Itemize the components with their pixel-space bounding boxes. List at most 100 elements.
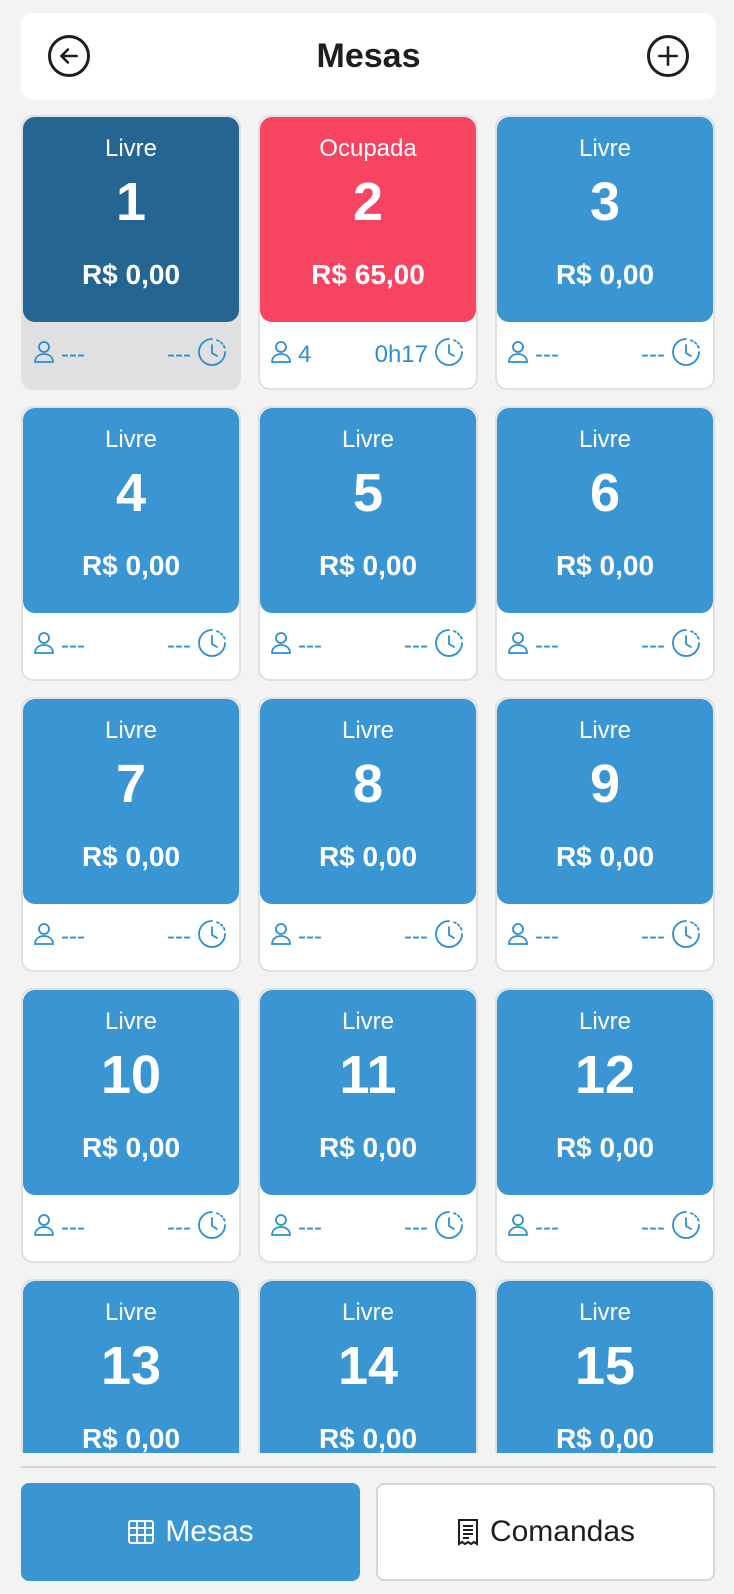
table-card-header: Livre 15 R$ 0,00 xyxy=(497,1281,713,1453)
table-total: R$ 0,00 xyxy=(555,259,655,290)
table-card[interactable]: Livre 4 R$ 0,00 --- --- xyxy=(21,406,241,681)
person-icon xyxy=(33,340,55,371)
table-card[interactable]: Livre 7 R$ 0,00 --- --- xyxy=(21,697,241,972)
table-card-footer: 4 0h17 xyxy=(260,322,476,388)
clock-icon xyxy=(434,919,464,956)
table-card[interactable]: Livre 6 R$ 0,00 --- --- xyxy=(495,406,715,681)
table-card-header: Livre 4 R$ 0,00 xyxy=(23,408,239,613)
table-status: Livre xyxy=(578,717,632,744)
table-status: Livre xyxy=(104,135,158,162)
table-total: R$ 0,00 xyxy=(555,1132,655,1163)
table-status: Livre xyxy=(578,135,632,162)
tables-scroll-area[interactable]: Livre 1 R$ 0,00 --- --- Ocupada 2 R$ 65,00 4 0h17… xyxy=(21,115,717,1453)
table-elapsed-time: --- xyxy=(167,923,191,950)
table-status: Livre xyxy=(341,1008,395,1035)
person-icon xyxy=(507,340,529,371)
table-status: Livre xyxy=(104,426,158,453)
back-button[interactable] xyxy=(48,35,90,77)
table-elapsed-time: --- xyxy=(167,632,191,659)
table-card-footer: --- --- xyxy=(497,322,713,388)
table-elapsed-time: --- xyxy=(404,923,428,950)
page-title: Mesas xyxy=(316,37,421,75)
table-number: 8 xyxy=(352,754,384,814)
receipt-icon xyxy=(457,1519,478,1546)
table-people-count: 4 xyxy=(298,341,312,368)
footer-divider xyxy=(21,1466,716,1468)
table-status: Livre xyxy=(104,717,158,744)
table-card-footer: --- --- xyxy=(497,904,713,970)
table-total: R$ 0,00 xyxy=(555,841,655,872)
app-header: Mesas xyxy=(21,13,716,100)
clock-icon xyxy=(197,628,227,665)
arrow-left-icon xyxy=(60,48,78,64)
table-people-count: --- xyxy=(535,632,559,659)
person-icon xyxy=(33,922,55,953)
table-elapsed-time: --- xyxy=(167,1214,191,1241)
table-status: Livre xyxy=(341,717,395,744)
table-people-count: --- xyxy=(535,341,559,368)
table-card-footer: --- --- xyxy=(497,1195,713,1261)
table-number: 2 xyxy=(352,172,384,232)
table-card-header: Livre 3 R$ 0,00 xyxy=(497,117,713,322)
table-total: R$ 0,00 xyxy=(318,841,418,872)
table-card[interactable]: Livre 5 R$ 0,00 --- --- xyxy=(258,406,478,681)
table-status: Livre xyxy=(578,1008,632,1035)
person-icon xyxy=(33,631,55,662)
table-people-count: --- xyxy=(61,1214,85,1241)
table-card-footer: --- --- xyxy=(23,904,239,970)
tables-grid: Livre 1 R$ 0,00 --- --- Ocupada 2 R$ 65,00 4 0h17… xyxy=(21,115,717,1453)
table-number: 9 xyxy=(589,754,621,814)
table-card[interactable]: Ocupada 2 R$ 65,00 4 0h17 xyxy=(258,115,478,390)
table-card[interactable]: Livre 8 R$ 0,00 --- --- xyxy=(258,697,478,972)
table-status: Livre xyxy=(104,1008,158,1035)
table-card-header: Livre 12 R$ 0,00 xyxy=(497,990,713,1195)
person-icon xyxy=(270,340,292,371)
clock-icon xyxy=(671,1210,701,1247)
table-status: Livre xyxy=(341,1299,395,1326)
table-total: R$ 0,00 xyxy=(81,1132,181,1163)
table-total: R$ 0,00 xyxy=(318,1423,418,1453)
table-card[interactable]: Livre 1 R$ 0,00 --- --- xyxy=(21,115,241,390)
tab-comandas[interactable]: Comandas xyxy=(376,1483,715,1581)
table-card[interactable]: Livre 3 R$ 0,00 --- --- xyxy=(495,115,715,390)
table-card[interactable]: Livre14R$ 0,00------ xyxy=(258,1279,478,1453)
table-total: R$ 0,00 xyxy=(81,841,181,872)
table-card-header: Livre 6 R$ 0,00 xyxy=(497,408,713,613)
table-total: R$ 0,00 xyxy=(81,259,181,290)
table-number: 6 xyxy=(589,463,621,523)
table-elapsed-time: --- xyxy=(404,1214,428,1241)
table-people-count: --- xyxy=(535,923,559,950)
table-number: 14 xyxy=(337,1336,399,1396)
clock-icon xyxy=(671,919,701,956)
table-number: 11 xyxy=(339,1045,397,1105)
table-card-header: Livre 1 R$ 0,00 xyxy=(23,117,239,322)
table-card-header: Livre 13 R$ 0,00 xyxy=(23,1281,239,1453)
add-table-button[interactable] xyxy=(647,35,689,77)
person-icon xyxy=(507,922,529,953)
table-card[interactable]: Livre13R$ 0,00------ xyxy=(21,1279,241,1453)
table-number: 13 xyxy=(100,1336,162,1396)
person-icon xyxy=(33,1213,55,1244)
table-card[interactable]: Livre15R$ 0,00------ xyxy=(495,1279,715,1453)
table-card[interactable]: Livre 11 R$ 0,00 --- --- xyxy=(258,988,478,1263)
table-card[interactable]: Livre 10 R$ 0,00 --- --- xyxy=(21,988,241,1263)
table-card-header: Ocupada 2 R$ 65,00 xyxy=(260,117,476,322)
table-card-header: Livre 14 R$ 0,00 xyxy=(260,1281,476,1453)
plus-icon xyxy=(658,46,678,66)
table-card-header: Livre 8 R$ 0,00 xyxy=(260,699,476,904)
clock-icon xyxy=(434,337,464,374)
clock-icon xyxy=(671,337,701,374)
table-total: R$ 0,00 xyxy=(318,550,418,581)
table-status: Livre xyxy=(341,426,395,453)
clock-icon xyxy=(671,628,701,665)
table-card[interactable]: Livre 9 R$ 0,00 --- --- xyxy=(495,697,715,972)
table-people-count: --- xyxy=(298,1214,322,1241)
table-people-count: --- xyxy=(535,1214,559,1241)
table-card-header: Livre 5 R$ 0,00 xyxy=(260,408,476,613)
table-total: R$ 0,00 xyxy=(555,550,655,581)
table-people-count: --- xyxy=(298,923,322,950)
table-status: Livre xyxy=(578,1299,632,1326)
tab-mesas[interactable]: Mesas xyxy=(21,1483,360,1581)
table-card[interactable]: Livre 12 R$ 0,00 --- --- xyxy=(495,988,715,1263)
table-number: 5 xyxy=(352,463,384,523)
